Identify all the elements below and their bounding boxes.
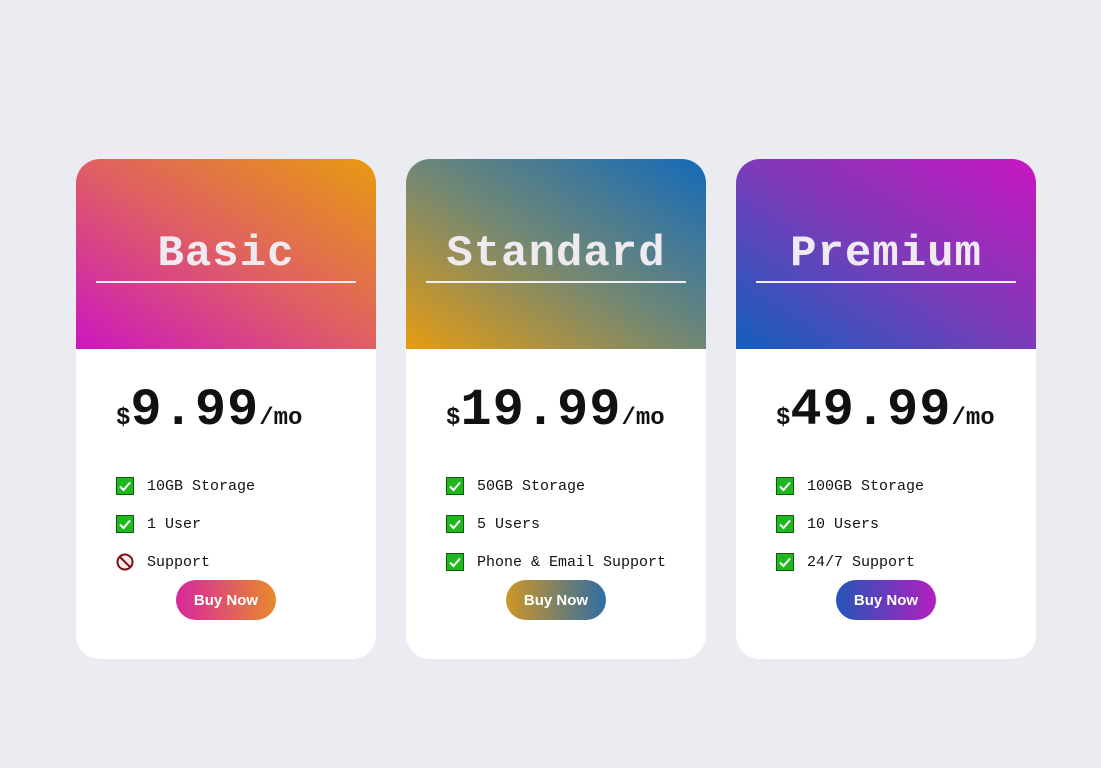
price-currency: $ — [776, 405, 791, 432]
feature-text: Phone & Email Support — [477, 553, 667, 571]
check-box-icon — [776, 553, 794, 571]
check-box-icon — [446, 515, 464, 533]
feature-item: Phone & Email Support — [446, 543, 666, 581]
price-period: /mo — [621, 405, 665, 432]
plan-name: Standard — [446, 229, 666, 279]
feature-text: 5 Users — [477, 515, 541, 533]
check-box-icon — [116, 477, 134, 495]
feature-text: 100GB Storage — [807, 477, 925, 495]
feature-item: 1 User — [116, 505, 255, 543]
price-currency: $ — [116, 405, 131, 432]
price-period: /mo — [951, 405, 995, 432]
feature-item: Support — [116, 543, 255, 581]
feature-text: 1 User — [147, 515, 202, 533]
feature-list: 100GB Storage 10 Users 24/7 Support — [776, 467, 924, 581]
title-underline — [96, 281, 356, 283]
pricing-cards: Basic $9.99/mo 10GB Storage 1 User Suppo… — [76, 159, 1036, 659]
feature-item: 100GB Storage — [776, 467, 924, 505]
price-period: /mo — [259, 405, 303, 432]
pricing-card-standard: Standard $19.99/mo 50GB Storage 5 Users … — [406, 159, 706, 659]
price: $9.99/mo — [116, 381, 302, 440]
check-box-icon — [446, 477, 464, 495]
buy-now-button[interactable]: Buy Now — [836, 580, 936, 620]
price: $19.99/mo — [446, 381, 665, 440]
check-box-icon — [776, 477, 794, 495]
feature-item: 50GB Storage — [446, 467, 666, 505]
check-box-icon — [776, 515, 794, 533]
feature-text: 50GB Storage — [477, 477, 586, 495]
feature-item: 10 Users — [776, 505, 924, 543]
feature-text: Support — [147, 553, 211, 571]
plan-name: Basic — [157, 229, 295, 279]
title-underline — [756, 281, 1016, 283]
feature-item: 10GB Storage — [116, 467, 255, 505]
card-header: Standard — [406, 159, 706, 349]
card-header: Premium — [736, 159, 1036, 349]
pricing-card-premium: Premium $49.99/mo 100GB Storage 10 Users… — [736, 159, 1036, 659]
check-box-icon — [116, 515, 134, 533]
check-box-icon — [446, 553, 464, 571]
feature-item: 24/7 Support — [776, 543, 924, 581]
feature-list: 50GB Storage 5 Users Phone & Email Suppo… — [446, 467, 666, 581]
prohibited-icon — [116, 553, 134, 571]
price-currency: $ — [446, 405, 461, 432]
price: $49.99/mo — [776, 381, 995, 440]
price-amount: 49.99 — [790, 381, 952, 440]
feature-item: 5 Users — [446, 505, 666, 543]
buy-now-button[interactable]: Buy Now — [506, 580, 606, 620]
pricing-card-basic: Basic $9.99/mo 10GB Storage 1 User Suppo… — [76, 159, 376, 659]
feature-text: 10GB Storage — [147, 477, 256, 495]
price-amount: 19.99 — [460, 381, 622, 440]
feature-text: 24/7 Support — [807, 553, 916, 571]
feature-list: 10GB Storage 1 User Support — [116, 467, 255, 581]
feature-text: 10 Users — [807, 515, 880, 533]
card-header: Basic — [76, 159, 376, 349]
title-underline — [426, 281, 686, 283]
buy-now-button[interactable]: Buy Now — [176, 580, 276, 620]
price-amount: 9.99 — [130, 381, 260, 440]
plan-name: Premium — [790, 229, 982, 279]
